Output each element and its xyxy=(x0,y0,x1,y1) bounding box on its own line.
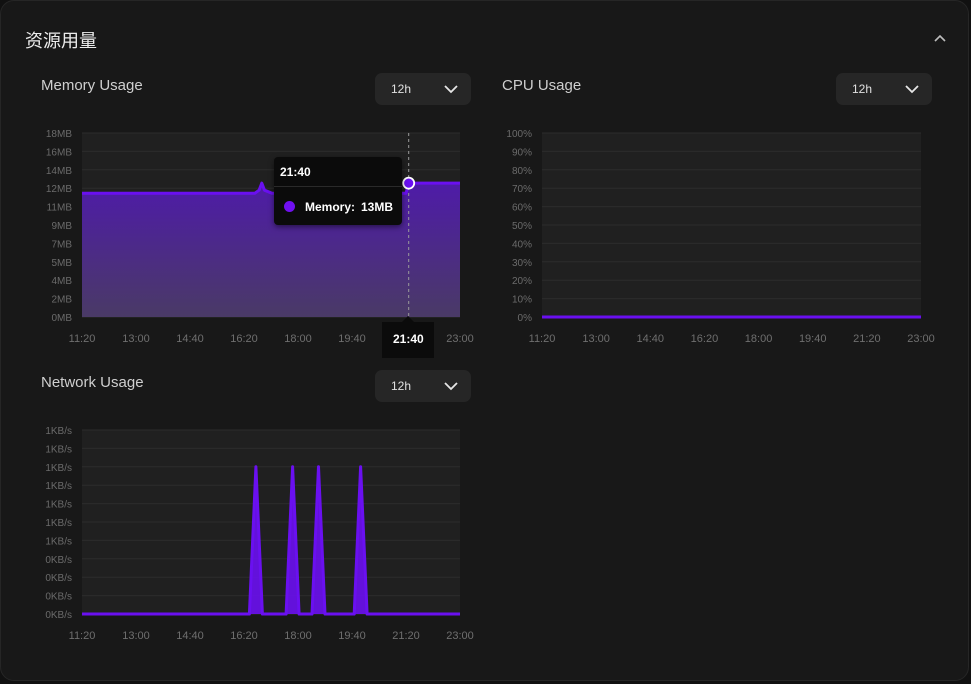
y-tick-label: 1KB/s xyxy=(45,518,72,529)
y-tick-label: 0KB/s xyxy=(45,555,72,566)
x-tick-label: 16:20 xyxy=(230,630,258,642)
x-tick-label: 14:40 xyxy=(176,630,204,642)
x-tick-label: 13:00 xyxy=(122,630,150,642)
pointer-arrow xyxy=(402,316,414,322)
y-tick-label: 0KB/s xyxy=(45,573,72,584)
y-tick-label: 1KB/s xyxy=(45,444,72,455)
network-usage-chart: 0KB/s 0KB/s 0KB/s 0KB/s 1KB/s 1KB/s 1KB/s 1KB/s… xyxy=(45,426,474,642)
y-tick-label: 1KB/s xyxy=(45,481,72,492)
x-tick-label: 23:00 xyxy=(446,630,474,642)
y-tick-label: 1KB/s xyxy=(45,536,72,547)
memory-tooltip: 21:40 Memory: 13MB xyxy=(274,157,402,225)
series-color-dot xyxy=(284,201,295,212)
tooltip-series-label: Memory: xyxy=(305,200,356,214)
y-tick-label: 0KB/s xyxy=(45,592,72,603)
x-tick-label: 19:40 xyxy=(338,630,366,642)
x-tick-label: 18:00 xyxy=(284,630,312,642)
tooltip-series-value: 13MB xyxy=(361,200,394,214)
y-tick-label: 1KB/s xyxy=(45,463,72,474)
resource-usage-panel: 资源用量 Memory Usage 12h 0MB 2MB 4MB 5MB 7MB 9MB… xyxy=(0,0,969,681)
tooltip-time: 21:40 xyxy=(280,165,311,179)
tooltip-divider xyxy=(274,186,402,187)
y-tick-label: 1KB/s xyxy=(45,500,72,511)
y-tick-label: 0KB/s xyxy=(45,610,72,621)
x-axis-pointer-label: 21:40 xyxy=(382,316,434,358)
y-tick-label: 1KB/s xyxy=(45,426,72,437)
x-axis-pointer-text: 21:40 xyxy=(393,332,424,346)
x-tick-label: 11:20 xyxy=(69,630,96,642)
x-tick-label: 21:20 xyxy=(392,630,420,642)
